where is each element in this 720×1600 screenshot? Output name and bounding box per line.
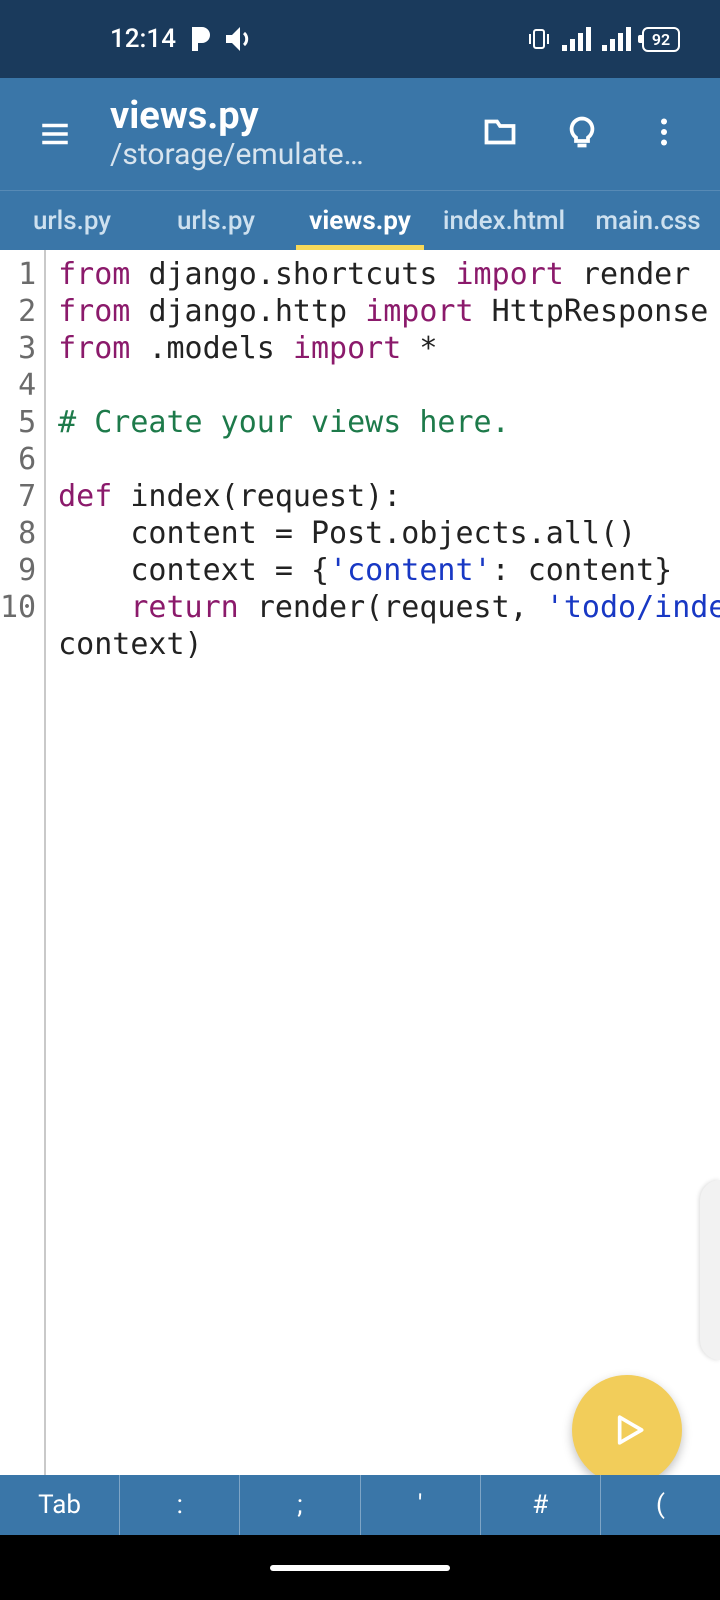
lightbulb-icon[interactable] [564, 114, 600, 154]
p-icon [188, 25, 212, 53]
volume-icon [224, 25, 256, 53]
code-editor[interactable]: 12345678910 from django.shortcuts import… [0, 250, 720, 1535]
title-block: views.py /storage/emulate… [90, 96, 482, 173]
signal-icon-2 [602, 27, 632, 51]
status-bar: 12:14 92 [0, 0, 720, 78]
file-path: /storage/emulate… [110, 137, 482, 172]
nav-pill[interactable] [270, 1565, 450, 1571]
status-time: 12:14 [110, 24, 176, 54]
system-nav[interactable] [0, 1535, 720, 1600]
file-title: views.py [110, 96, 482, 138]
edge-handle[interactable] [700, 1180, 720, 1360]
vibrate-icon [526, 26, 552, 52]
more-icon[interactable] [646, 114, 682, 154]
tab-bar: urls.pyurls.pyviews.pyindex.htmlmain.css [0, 190, 720, 250]
signal-icon-1 [562, 27, 592, 51]
key-([interactable]: ( [601, 1475, 720, 1535]
menu-button[interactable] [20, 117, 90, 151]
key-tab[interactable]: Tab [0, 1475, 120, 1535]
run-button[interactable] [572, 1375, 682, 1485]
key-;[interactable]: ; [240, 1475, 360, 1535]
battery-indicator: 92 [642, 27, 680, 52]
app-bar: views.py /storage/emulate… [0, 78, 720, 190]
line-gutter: 12345678910 [0, 250, 46, 1535]
tab-urls-py[interactable]: urls.py [0, 191, 144, 250]
tab-index-html[interactable]: index.html [432, 191, 576, 250]
tab-urls-py[interactable]: urls.py [144, 191, 288, 250]
code-content[interactable]: from django.shortcuts import renderfrom … [46, 250, 720, 1535]
tab-main-css[interactable]: main.css [576, 191, 720, 250]
key-'[interactable]: ' [361, 1475, 481, 1535]
key-:[interactable]: : [120, 1475, 240, 1535]
key-#[interactable]: # [481, 1475, 601, 1535]
symbol-bar: Tab:;'#( [0, 1475, 720, 1535]
tab-views-py[interactable]: views.py [288, 191, 432, 250]
folder-icon[interactable] [482, 114, 518, 154]
